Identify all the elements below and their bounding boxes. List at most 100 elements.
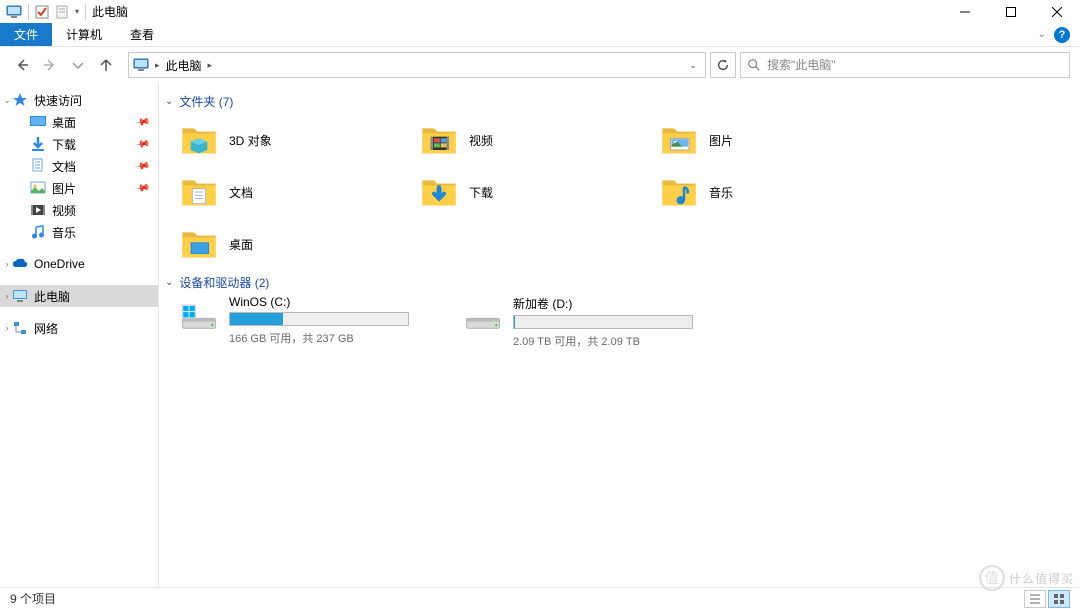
folder-label: 视频 <box>469 132 493 149</box>
navigation-bar: ▸ 此电脑 ▸ ⌄ <box>0 47 1080 83</box>
folders-grid: 3D 对象 视频 图片 文档 下载 <box>165 114 1080 270</box>
onedrive-icon <box>12 256 28 272</box>
folder-icon <box>179 224 219 264</box>
view-details-button[interactable] <box>1024 590 1046 608</box>
this-pc-icon <box>12 288 28 304</box>
drive-info: 新加卷 (D:) 2.09 TB 可用，共 2.09 TB <box>513 295 723 349</box>
qat-dropdown-icon[interactable]: ▾ <box>75 7 79 16</box>
group-label: 设备和驱动器 (2) <box>179 274 269 291</box>
sidebar-item-label: 网络 <box>34 320 58 337</box>
sidebar-item-label: 图片 <box>52 180 76 197</box>
nav-up-button[interactable] <box>94 53 118 77</box>
minimize-button[interactable] <box>942 0 988 23</box>
tab-computer[interactable]: 计算机 <box>52 23 116 46</box>
drive-stats: 166 GB 可用，共 237 GB <box>229 330 439 346</box>
chevron-right-icon[interactable]: ▸ <box>208 60 213 71</box>
sidebar-item-pictures[interactable]: 图片 📌 <box>0 177 158 199</box>
folder-icon <box>419 120 459 160</box>
download-icon <box>30 136 46 152</box>
nav-back-button[interactable] <box>10 53 34 77</box>
chevron-down-icon[interactable]: ⌄ <box>2 95 12 106</box>
quick-access-toolbar: ▾ <box>0 4 86 20</box>
sidebar-quick-access[interactable]: ⌄ 快速访问 <box>0 89 158 111</box>
sidebar-item-downloads[interactable]: 下载 📌 <box>0 133 158 155</box>
sidebar-item-label: 视频 <box>52 202 76 219</box>
sidebar-item-desktop[interactable]: 桌面 📌 <box>0 111 158 133</box>
address-bar[interactable]: ▸ 此电脑 ▸ ⌄ <box>128 52 706 78</box>
drives-grid: WinOS (C:) 166 GB 可用，共 237 GB 新加卷 (D:) 2… <box>165 295 1080 349</box>
documents-icon <box>30 158 46 174</box>
tab-view-label: 查看 <box>130 26 154 43</box>
tab-view[interactable]: 查看 <box>116 23 168 46</box>
breadcrumb-this-pc[interactable]: 此电脑 <box>166 57 202 74</box>
properties-icon[interactable] <box>55 5 69 19</box>
body: ⌄ 快速访问 桌面 📌 下载 📌 文档 📌 图片 📌 视频 <box>0 83 1080 587</box>
refresh-button[interactable] <box>710 52 736 78</box>
folder-icon <box>179 172 219 212</box>
ribbon-expand-icon[interactable]: ⌄ <box>1038 29 1046 40</box>
search-icon <box>747 58 761 72</box>
sidebar-item-documents[interactable]: 文档 📌 <box>0 155 158 177</box>
sidebar-network[interactable]: › 网络 <box>0 317 158 339</box>
network-icon <box>12 320 28 336</box>
tab-file[interactable]: 文件 <box>0 23 52 46</box>
window-title: 此电脑 <box>86 3 128 20</box>
chevron-right-icon[interactable]: › <box>2 259 12 269</box>
folder-downloads[interactable]: 下载 <box>419 166 659 218</box>
folder-music[interactable]: 音乐 <box>659 166 899 218</box>
view-icons-button[interactable] <box>1048 590 1070 608</box>
folder-icon <box>179 120 219 160</box>
titlebar: ▾ 此电脑 <box>0 0 1080 23</box>
folder-label: 音乐 <box>709 184 733 201</box>
drive-name: WinOS (C:) <box>229 295 439 309</box>
folder-pictures[interactable]: 图片 <box>659 114 899 166</box>
sidebar-item-videos[interactable]: 视频 <box>0 199 158 221</box>
pin-icon: 📌 <box>134 114 151 130</box>
pin-icon: 📌 <box>134 136 151 152</box>
folder-label: 下载 <box>469 184 493 201</box>
sidebar-item-label: 下载 <box>52 136 76 153</box>
drive-c[interactable]: WinOS (C:) 166 GB 可用，共 237 GB <box>179 295 439 349</box>
this-pc-icon <box>133 57 149 73</box>
close-button[interactable] <box>1034 0 1080 23</box>
videos-icon <box>30 202 46 218</box>
group-header-folders[interactable]: ⌄ 文件夹 (7) <box>165 89 1080 114</box>
content-pane: ⌄ 文件夹 (7) 3D 对象 视频 图片 文档 <box>159 83 1080 587</box>
drive-usage-bar <box>513 315 693 329</box>
sidebar-onedrive[interactable]: › OneDrive <box>0 253 158 275</box>
sidebar-item-label: 快速访问 <box>34 92 82 109</box>
pin-icon: 📌 <box>134 180 151 196</box>
status-item-count: 9 个项目 <box>10 590 56 607</box>
folder-icon <box>659 120 699 160</box>
folder-icon <box>419 172 459 212</box>
navigation-pane: ⌄ 快速访问 桌面 📌 下载 📌 文档 📌 图片 📌 视频 <box>0 83 159 587</box>
chevron-right-icon[interactable]: › <box>2 323 12 333</box>
drive-icon <box>463 295 503 335</box>
search-input[interactable] <box>767 58 1063 72</box>
desktop-icon <box>30 114 46 130</box>
help-icon[interactable]: ? <box>1054 27 1070 43</box>
folder-label: 文档 <box>229 184 253 201</box>
folder-desktop[interactable]: 桌面 <box>179 218 419 270</box>
folder-3d-objects[interactable]: 3D 对象 <box>179 114 419 166</box>
pin-icon: 📌 <box>134 158 151 174</box>
checkbox-icon[interactable] <box>35 5 49 19</box>
nav-forward-button[interactable] <box>38 53 62 77</box>
group-header-drives[interactable]: ⌄ 设备和驱动器 (2) <box>165 270 1080 295</box>
chevron-right-icon[interactable]: ▸ <box>155 60 160 71</box>
star-icon <box>12 92 28 108</box>
nav-recent-dropdown[interactable] <box>66 53 90 77</box>
maximize-button[interactable] <box>988 0 1034 23</box>
folder-documents[interactable]: 文档 <box>179 166 419 218</box>
folder-videos[interactable]: 视频 <box>419 114 659 166</box>
chevron-down-icon: ⌄ <box>165 277 173 288</box>
drive-d[interactable]: 新加卷 (D:) 2.09 TB 可用，共 2.09 TB <box>463 295 723 349</box>
search-box[interactable] <box>740 52 1070 78</box>
sidebar-this-pc[interactable]: › 此电脑 <box>0 285 158 307</box>
pictures-icon <box>30 180 46 196</box>
sidebar-item-music[interactable]: 音乐 <box>0 221 158 243</box>
address-dropdown-icon[interactable]: ⌄ <box>689 60 697 71</box>
sidebar-item-label: 文档 <box>52 158 76 175</box>
chevron-right-icon[interactable]: › <box>2 291 12 301</box>
chevron-down-icon: ⌄ <box>165 96 173 107</box>
